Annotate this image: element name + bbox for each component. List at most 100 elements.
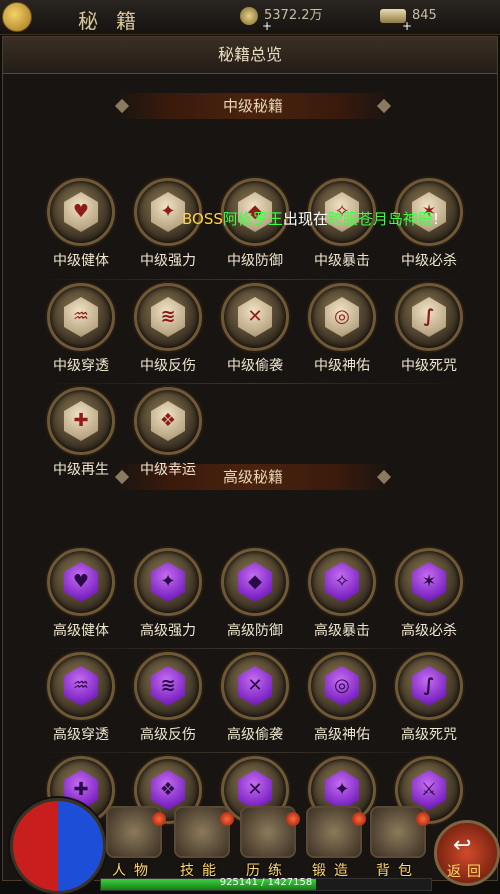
mid-item[interactable]: ◎ 中级神佑 — [299, 283, 385, 383]
mid-item-label: 中级穿透 — [53, 358, 109, 374]
mid-item[interactable]: ✚ 中级再生 — [38, 387, 124, 487]
gold-counter[interactable]: +5372.2万 — [240, 6, 323, 33]
mid-item-label: 中级神佑 — [314, 358, 370, 374]
mid-medal-icon: ♒ — [47, 283, 115, 351]
adv-item-label: 高级暴击 — [314, 623, 370, 639]
mid-item[interactable]: ♥ 中级健体 — [38, 178, 124, 278]
page-title: 秘籍 — [78, 9, 154, 33]
adv-medal-icon: ∫ — [395, 652, 463, 720]
mid-item-label: 中级必杀 — [401, 253, 457, 269]
mid-item-label: 中级反伤 — [140, 358, 196, 374]
nav-item[interactable]: 人物 — [102, 806, 166, 879]
ingot-counter[interactable]: +845 — [380, 6, 437, 33]
adv-item[interactable]: ≋ 高级反伤 — [125, 652, 211, 752]
marquee-boss-name: 阿修罗王 — [222, 210, 283, 228]
adv-medal-icon: ≋ — [134, 652, 202, 720]
skill-glyph-icon: ❖ — [159, 410, 177, 431]
mid-medal-icon: ❖ — [134, 387, 202, 455]
nav-item[interactable]: 历练 — [236, 806, 300, 879]
secret-book-panel: 秘籍总览 中级秘籍 高级秘籍 ♥ 中级健体 ✦ 中级强力 ◆ 中级防御 ✧ 中级暴击 ✶ 中级必杀… — [2, 36, 498, 881]
mid-item[interactable]: ✕ 中级偷袭 — [212, 283, 298, 383]
adv-medal-icon: ♒ — [47, 652, 115, 720]
skill-glyph-icon: ♥ — [72, 571, 90, 592]
adv-item-label: 高级健体 — [53, 623, 109, 639]
player-avatar[interactable] — [2, 2, 32, 32]
mid-item[interactable]: ∫ 中级死咒 — [386, 283, 472, 383]
adv-item[interactable]: ◆ 高级防御 — [212, 548, 298, 648]
skill-glyph-icon: ♒ — [72, 306, 90, 327]
gold-plus-icon[interactable]: + — [262, 16, 272, 36]
marquee-boss: BOSS — [182, 210, 223, 228]
exp-bar: 925141 / 1427158 — [100, 877, 432, 891]
mid-medal-icon: ♥ — [47, 178, 115, 246]
mid-item[interactable]: ♒ 中级穿透 — [38, 283, 124, 383]
notification-dot-icon — [220, 812, 234, 826]
marquee-text: 出现在 — [282, 210, 328, 228]
adv-item-label: 高级穿透 — [53, 727, 109, 743]
gold-coin-icon — [240, 6, 258, 25]
mid-item-label: 中级暴击 — [314, 253, 370, 269]
mid-medal-icon: ◎ — [308, 283, 376, 351]
nav-icon — [174, 806, 234, 858]
skill-glyph-icon: ✦ — [160, 571, 176, 592]
notification-dot-icon — [286, 812, 300, 826]
notification-dot-icon — [416, 812, 430, 826]
mid-medal-icon: ≋ — [134, 283, 202, 351]
ingot-value: 845 — [412, 8, 437, 23]
yin-yang-orb-icon[interactable] — [10, 798, 106, 894]
notification-dot-icon — [152, 812, 166, 826]
adv-item[interactable]: ✕ 高级偷袭 — [212, 652, 298, 752]
exp-text: 925141 / 1427158 — [219, 877, 313, 888]
skill-glyph-icon: ♥ — [72, 201, 90, 222]
mid-item-label: 中级健体 — [53, 253, 109, 269]
marquee-place: 跨服苍月岛神殿 — [327, 210, 433, 228]
adv-medal-icon: ✧ — [308, 548, 376, 616]
back-label: 返回 — [447, 864, 487, 880]
skill-glyph-icon: ✶ — [421, 571, 437, 592]
adv-item[interactable]: ∫ 高级死咒 — [386, 652, 472, 752]
nav-icon — [240, 806, 300, 858]
adv-item-label: 高级强力 — [140, 623, 196, 639]
skill-glyph-icon: ♒ — [72, 675, 90, 696]
mid-medal-icon: ✚ — [47, 387, 115, 455]
adv-item[interactable]: ♥ 高级健体 — [38, 548, 124, 648]
ingot-plus-icon[interactable]: + — [402, 16, 412, 36]
skill-glyph-icon: ✕ — [247, 306, 263, 327]
skill-glyph-icon: ≋ — [160, 675, 176, 696]
adv-item[interactable]: ♒ 高级穿透 — [38, 652, 124, 752]
adv-item-label: 高级必杀 — [401, 623, 457, 639]
adv-item-label: 高级神佑 — [314, 727, 370, 743]
back-arrow-icon: ↩ — [453, 833, 472, 858]
adv-item[interactable]: ◎ 高级神佑 — [299, 652, 385, 752]
adv-medal-icon: ✦ — [134, 548, 202, 616]
mid-medal-icon: ∫ — [395, 283, 463, 351]
adv-item[interactable]: ✶ 高级必杀 — [386, 548, 472, 648]
nav-item[interactable]: 锻造 — [302, 806, 366, 879]
mid-item-label: 中级幸运 — [140, 462, 196, 478]
adv-item[interactable]: ✦ 高级强力 — [125, 548, 211, 648]
row-divider — [33, 752, 469, 753]
mid-item-label: 中级偷袭 — [227, 358, 283, 374]
mid-item[interactable]: ≋ 中级反伤 — [125, 283, 211, 383]
adv-medal-icon: ◆ — [221, 548, 289, 616]
adv-item-label: 高级防御 — [227, 623, 283, 639]
section-header-mid: 中级秘籍 — [113, 93, 393, 119]
adv-medal-icon: ◎ — [308, 652, 376, 720]
mid-medal-icon: ✕ — [221, 283, 289, 351]
adv-medal-icon: ✶ — [395, 548, 463, 616]
notification-dot-icon — [352, 812, 366, 826]
nav-item[interactable]: 背包 — [366, 806, 430, 879]
nav-item[interactable]: 技能 — [170, 806, 234, 879]
back-button[interactable]: ↩ 返回 — [434, 820, 500, 886]
adv-medal-icon: ✕ — [221, 652, 289, 720]
skill-glyph-icon: ✚ — [73, 410, 89, 431]
mid-item-label: 中级死咒 — [401, 358, 457, 374]
adv-item[interactable]: ✧ 高级暴击 — [299, 548, 385, 648]
skill-glyph-icon: ✦ — [160, 201, 176, 222]
skill-glyph-icon: ◎ — [334, 675, 350, 696]
mid-item[interactable]: ❖ 中级幸运 — [125, 387, 211, 487]
row-divider — [33, 383, 469, 384]
announcement-marquee: BOSS阿修罗王出现在跨服苍月岛神殿! — [182, 208, 482, 229]
mid-item-label: 中级防御 — [227, 253, 283, 269]
skill-glyph-icon: ✧ — [334, 571, 350, 592]
